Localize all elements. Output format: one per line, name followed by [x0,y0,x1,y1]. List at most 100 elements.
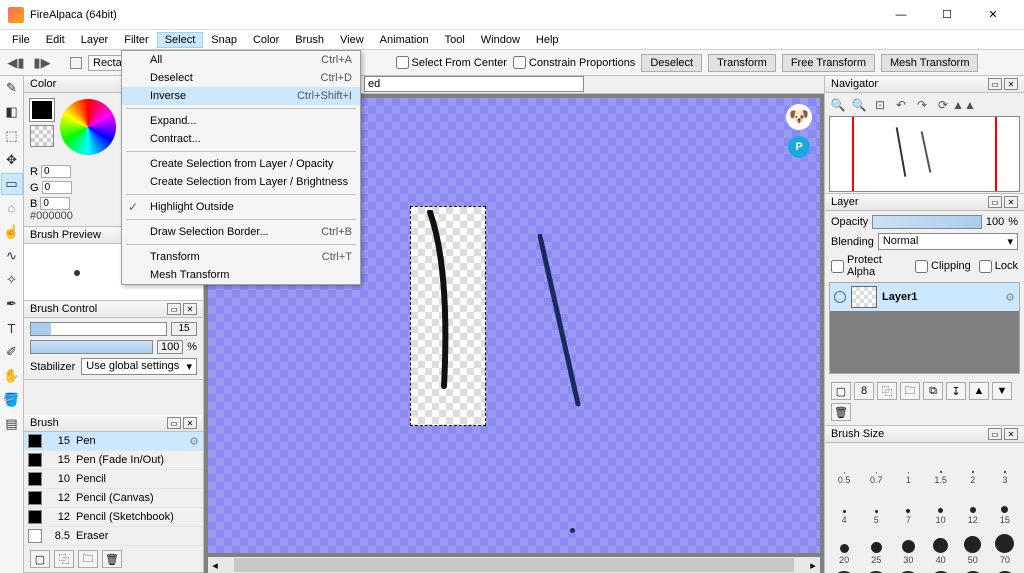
panel-close-icon[interactable]: ✕ [183,303,197,315]
brush-size-cell[interactable]: 2 [958,447,988,485]
blur-tool[interactable]: ◌ [1,197,23,219]
brush-size-cell[interactable]: 0.7 [861,447,891,485]
eyedropper-tool[interactable]: ✐ [1,341,23,363]
brush-list-item[interactable]: 15Pen⚙ [24,432,203,451]
menu-item-highlight-outside[interactable]: ✓Highlight Outside [122,198,360,216]
brush-size-cell[interactable]: 5 [861,487,891,525]
brush-size-value[interactable]: 15 [171,322,197,336]
brush-tool[interactable]: ✎ [1,77,23,99]
new-layer-button[interactable]: ▢ [831,382,851,400]
zoom-out-icon[interactable]: 🔍 [829,97,847,113]
mascot-icon[interactable]: 🐶 [786,104,812,130]
duplicate-layer-button[interactable]: ⧉ [923,382,943,400]
menu-brush[interactable]: Brush [287,32,332,48]
rotate-left-icon[interactable]: ↶ [892,97,910,113]
panel-dock-icon[interactable]: ▭ [167,417,181,429]
color-wheel[interactable] [60,99,116,155]
menu-item-transform[interactable]: TransformCtrl+T [122,248,360,266]
brush-opacity-value[interactable]: 100 [157,340,183,354]
undo-button[interactable]: ◀▮ [6,54,26,72]
visibility-icon[interactable] [834,291,846,303]
gear-icon[interactable]: ⚙ [1005,291,1015,304]
menu-item-all[interactable]: AllCtrl+A [122,51,360,69]
brush-size-cell[interactable]: 150 [861,567,891,573]
new-group-button[interactable]: ⿻ [877,382,897,400]
menu-item-draw-selection-border-[interactable]: Draw Selection Border...Ctrl+B [122,223,360,241]
brush-size-cell[interactable]: 500 [990,567,1020,573]
menu-tool[interactable]: Tool [437,32,473,48]
folder-brush-button[interactable]: 🗀 [78,550,98,568]
pen-tool[interactable]: ✒ [1,293,23,315]
brush-size-cell[interactable]: 20 [829,527,859,565]
menu-file[interactable]: File [4,32,38,48]
panel-dock-icon[interactable]: ▭ [988,428,1002,440]
finger-tool[interactable]: ☝ [1,221,23,243]
brush-opacity-slider[interactable] [30,340,153,354]
layer-opacity-slider[interactable] [872,215,982,229]
constrain-proportions-checkbox[interactable]: Constrain Proportions [513,56,635,69]
flip-icon[interactable]: ▲▲ [955,97,973,113]
brush-size-cell[interactable]: 3 [990,447,1020,485]
brush-list-item[interactable]: 15Pen (Fade In/Out) [24,451,203,470]
background-color-swatch[interactable] [30,125,54,147]
move-tool[interactable]: ✥ [1,149,23,171]
panel-close-icon[interactable]: ✕ [183,417,197,429]
protect-alpha-checkbox[interactable]: Protect Alpha [831,254,907,278]
brush-list-item[interactable]: 12Pencil (Canvas) [24,489,203,508]
transform-button[interactable]: Transform [708,54,776,72]
menu-item-inverse[interactable]: InverseCtrl+Shift+I [122,87,360,105]
layer-list[interactable]: Layer1⚙ [829,282,1020,374]
brush-size-cell[interactable]: 30 [893,527,923,565]
deselect-button[interactable]: Deselect [641,54,702,72]
text-tool[interactable]: T [1,317,23,339]
panel-dock-icon[interactable]: ▭ [988,196,1002,208]
redo-button[interactable]: ▮▶ [32,54,52,72]
lock-checkbox[interactable]: Lock [979,254,1018,278]
brush-size-cell[interactable]: 50 [958,527,988,565]
bucket-tool[interactable]: 🪣 [1,389,23,411]
menu-item-deselect[interactable]: DeselectCtrl+D [122,69,360,87]
brush-size-cell[interactable]: 0.5 [829,447,859,485]
reset-rotation-icon[interactable]: ⟳ [934,97,952,113]
brush-size-cell[interactable]: 7 [893,487,923,525]
panel-close-icon[interactable]: ✕ [1004,428,1018,440]
brush-size-cell[interactable]: 70 [990,527,1020,565]
eraser-tool[interactable]: ◧ [1,101,23,123]
duplicate-brush-button[interactable]: ⿻ [54,550,74,568]
menu-window[interactable]: Window [473,32,528,48]
gear-icon[interactable]: ⚙ [189,435,199,448]
new-layer8-button[interactable]: 8 [854,382,874,400]
panel-dock-icon[interactable]: ▭ [988,78,1002,90]
brush-size-cell[interactable]: 1 [893,447,923,485]
menu-help[interactable]: Help [528,32,567,48]
layer-down-button[interactable]: ▼ [992,382,1012,400]
menu-edit[interactable]: Edit [38,32,73,48]
menu-item-create-selection-from-layer-brightness[interactable]: Create Selection from Layer / Brightness [122,173,360,191]
lasso-tool[interactable]: ∿ [1,245,23,267]
menu-filter[interactable]: Filter [116,32,156,48]
delete-brush-button[interactable]: 🗑 [102,550,122,568]
close-button[interactable]: ✕ [970,0,1016,30]
pixiv-icon[interactable]: P [788,136,810,158]
add-brush-button[interactable]: ▢ [30,550,50,568]
panel-close-icon[interactable]: ✕ [1004,78,1018,90]
panel-dock-icon[interactable]: ▭ [167,303,181,315]
panel-close-icon[interactable]: ✕ [1004,196,1018,208]
layer-up-button[interactable]: ▲ [969,382,989,400]
menu-item-contract-[interactable]: Contract... [122,130,360,148]
brush-list-item[interactable]: 12Pencil (Sketchbook) [24,508,203,527]
marquee-tool[interactable]: ▭ [1,173,23,195]
maximize-button[interactable]: ☐ [924,0,970,30]
menu-layer[interactable]: Layer [73,32,117,48]
color-g-input[interactable] [42,181,72,194]
fit-icon[interactable]: ⊡ [871,97,889,113]
brush-size-cell[interactable]: 40 [925,527,955,565]
free-transform-button[interactable]: Free Transform [782,54,875,72]
menu-snap[interactable]: Snap [203,32,245,48]
brush-list-item[interactable]: 8.5Eraser [24,527,203,546]
layer-row[interactable]: Layer1⚙ [830,283,1019,311]
brush-list-item[interactable]: 10Pencil [24,470,203,489]
color-r-input[interactable] [41,165,71,178]
menu-animation[interactable]: Animation [372,32,437,48]
brush-size-cell[interactable]: 1.5 [925,447,955,485]
